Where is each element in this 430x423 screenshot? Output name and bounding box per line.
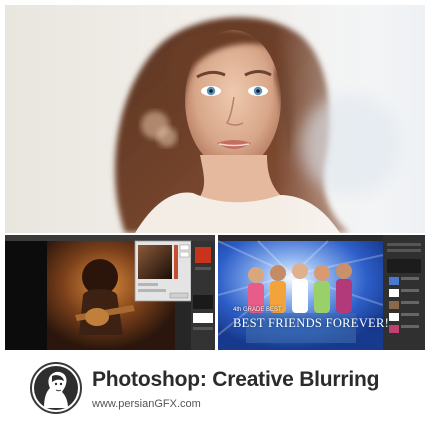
lynda-logo-icon: [30, 362, 82, 414]
overlay-small-text: 4th GRADE BEST: [233, 307, 282, 313]
hero-portrait-image: [5, 5, 425, 233]
friends-screenshot: 4th GRADE BEST BEST FRIENDS FOREVER!: [218, 235, 425, 350]
footer: Photoshop: Creative Blurring www.persian…: [0, 352, 430, 423]
course-title: Photoshop: Creative Blurring: [92, 368, 380, 391]
overlay-caption: BEST FRIENDS FOREVER!: [233, 316, 390, 330]
guitarist-screenshot: [5, 235, 215, 350]
site-url-link[interactable]: www.persianGFX.com: [92, 398, 201, 410]
